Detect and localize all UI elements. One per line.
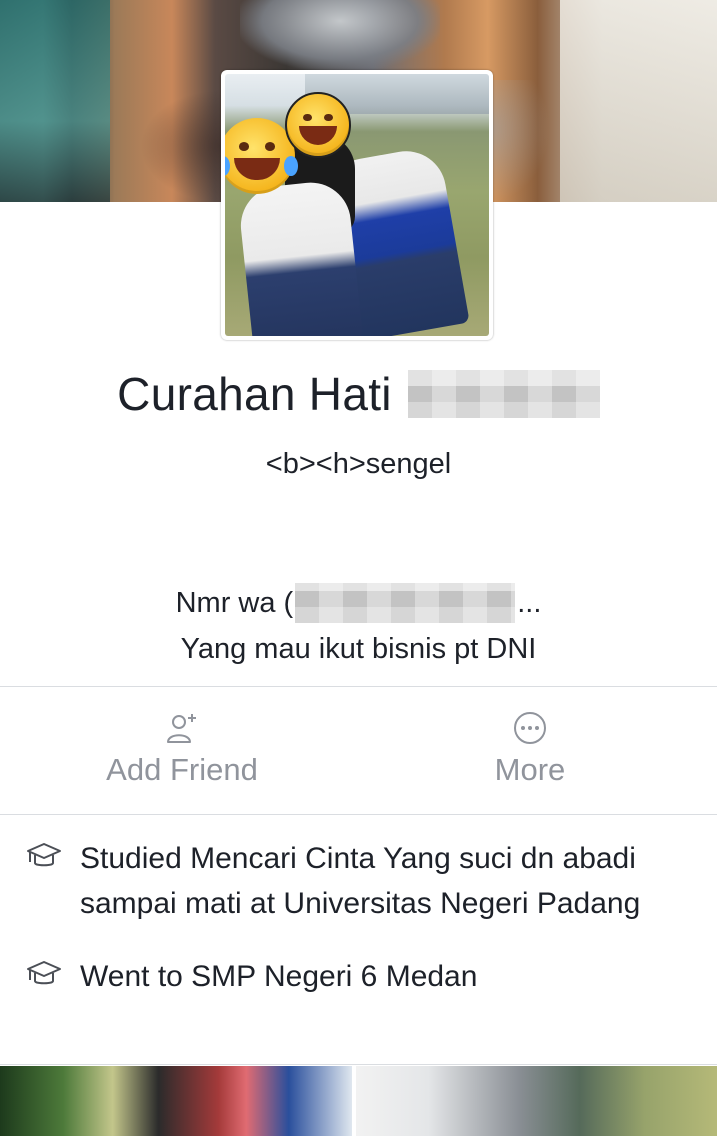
- more-dots-icon: [514, 712, 546, 744]
- bio-line: Yang mau ikut bisnis pt DNI: [180, 633, 537, 665]
- graduation-cap-icon: [27, 961, 61, 985]
- add-friend-button[interactable]: Add Friend: [52, 710, 312, 788]
- add-friend-label: Add Friend: [106, 752, 258, 787]
- derp-face-emoji-icon: [285, 92, 351, 158]
- bio-line: Nmr wa ( ...: [0, 580, 717, 626]
- profile-picture-image: [225, 74, 489, 336]
- profile-actions: Add Friend More: [0, 688, 717, 813]
- photo-person: [236, 178, 364, 336]
- photo-thumbnail[interactable]: [356, 1066, 717, 1136]
- info-item-text: Studied Mencari Cinta Yang suci dn abadi…: [80, 842, 641, 920]
- more-label: More: [494, 752, 566, 787]
- profile-tagline: <b><h>sengel: [265, 448, 452, 480]
- profile-name-row: Curahan Hati: [0, 364, 717, 424]
- profile-page: Curahan Hati <b><h>sengel Nmr wa ( ... Y…: [0, 0, 717, 1136]
- profile-info-list: Studied Mencari Cinta Yang suci dn abadi…: [0, 836, 717, 999]
- more-button[interactable]: More: [400, 710, 660, 788]
- bio-line-suffix: ...: [517, 587, 542, 619]
- profile-bio: Nmr wa ( ... Yang mau ikut bisnis pt DNI: [0, 580, 717, 672]
- photo-thumbnail[interactable]: [0, 1066, 352, 1136]
- redacted-phone-block: [295, 583, 516, 623]
- bio-line-prefix: Nmr wa (: [175, 587, 294, 619]
- add-person-icon: [167, 714, 196, 743]
- cover-photo-region: [560, 0, 717, 202]
- profile-picture[interactable]: [221, 70, 493, 340]
- divider: [0, 1064, 717, 1065]
- divider: [0, 814, 717, 815]
- info-item-text: Went to SMP Negeri 6 Medan: [80, 960, 478, 993]
- profile-name: Curahan Hati: [117, 368, 392, 420]
- cover-photo-region: [240, 0, 440, 70]
- divider: [0, 686, 717, 687]
- graduation-cap-icon: [27, 843, 61, 867]
- photo-strip: [0, 1066, 717, 1136]
- info-item-education[interactable]: Went to SMP Negeri 6 Medan: [0, 954, 717, 999]
- redacted-name-block: [407, 370, 600, 418]
- cover-photo-region: [0, 0, 110, 202]
- info-item-education[interactable]: Studied Mencari Cinta Yang suci dn abadi…: [0, 836, 717, 926]
